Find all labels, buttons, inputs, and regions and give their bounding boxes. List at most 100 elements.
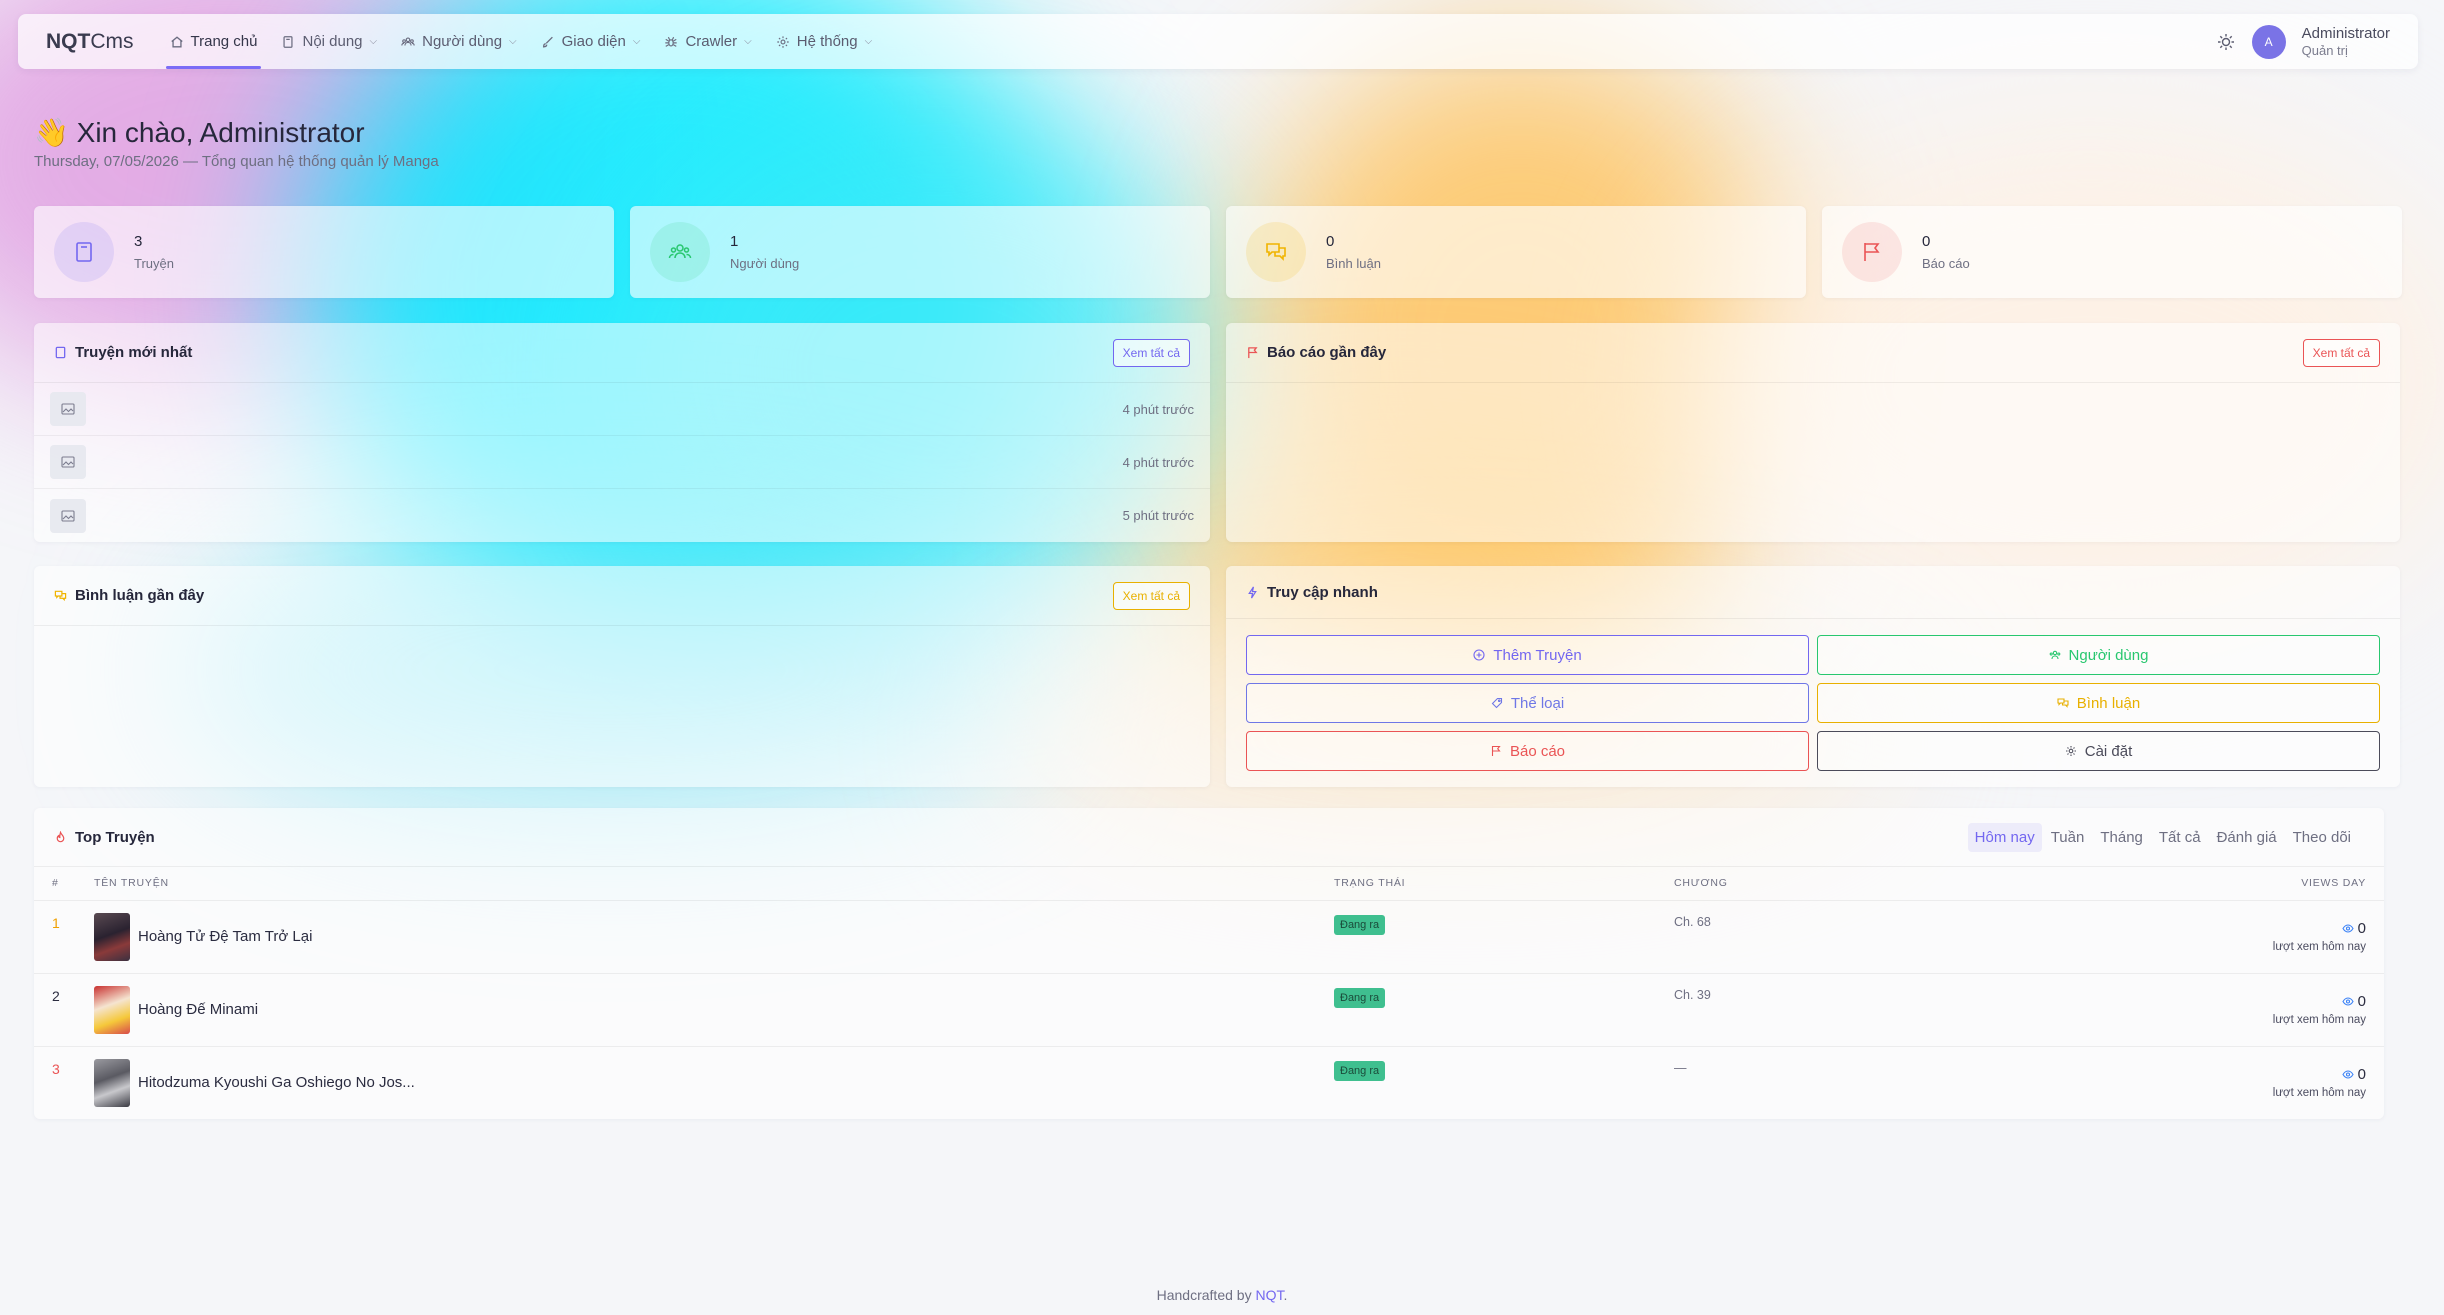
rank-number: 2	[34, 973, 86, 1047]
brush-icon	[542, 36, 553, 47]
column-header: TÊN TRUYỆN	[86, 867, 1326, 901]
story-title[interactable]: Hoàng Đế Minami	[138, 1001, 258, 1018]
item-time: 4 phút trước	[1122, 401, 1194, 417]
table-row[interactable]: 2 Hoàng Đế Minami Đang ra Ch. 39 0 lượt …	[34, 973, 2384, 1047]
user-menu[interactable]: Administrator Quản trị	[2302, 25, 2390, 59]
item-time: 4 phút trước	[1122, 454, 1194, 470]
avatar[interactable]: A	[2251, 24, 2286, 59]
brand-logo[interactable]: NQTCms	[46, 30, 134, 54]
story-title[interactable]: Hoàng Tử Đệ Tam Trở Lại	[138, 928, 312, 945]
top-stories-panel: Top Truyện Hôm nay Tuần Tháng Tất cả Đán…	[34, 808, 2384, 1119]
nav-item-system[interactable]: Hệ thống ⌵	[764, 14, 884, 69]
user-name: Administrator	[2301, 24, 2390, 42]
tab-follow[interactable]: Theo dõi	[2286, 823, 2358, 852]
quick-reports-button[interactable]: Báo cáo	[1246, 731, 1809, 771]
flag-icon	[1842, 222, 1902, 282]
chapter-label: —	[1674, 1060, 1687, 1075]
story-cover[interactable]	[94, 1058, 130, 1107]
image-placeholder-icon	[50, 498, 86, 533]
tab-today[interactable]: Hôm nay	[1967, 822, 2042, 852]
page-title: 👋 Xin chào, Administrator	[34, 117, 365, 148]
nav-item-home[interactable]: Trang chủ	[158, 14, 270, 69]
book-icon	[54, 222, 114, 282]
greeting: 👋 Xin chào, Administrator Thursday, 07/0…	[34, 116, 439, 170]
views-count: 0	[2357, 1066, 2366, 1084]
view-all-comments-button[interactable]: Xem tất cả	[1112, 581, 1190, 610]
users-icon	[650, 222, 710, 282]
nav-item-crawler[interactable]: Crawler ⌵	[652, 14, 763, 69]
stat-card-stories[interactable]: 3 Truyện	[34, 206, 614, 298]
quick-users-button[interactable]: Người dùng	[1817, 635, 2380, 675]
quick-settings-button[interactable]: Cài đặt	[1817, 731, 2380, 771]
status-badge: Đang ra	[1334, 914, 1386, 935]
recent-reports-panel: Báo cáo gần đây Xem tất cả	[1226, 323, 2400, 542]
recent-comments-panel: Bình luận gần đây Xem tất cả	[34, 566, 1210, 787]
stat-label: Truyện	[134, 256, 174, 271]
list-item[interactable]: 4 phút trước	[34, 383, 1210, 436]
list-item[interactable]: 5 phút trước	[34, 489, 1210, 542]
user-role: Quản trị	[2301, 42, 2348, 58]
chevron-down-icon: ⌵	[369, 36, 378, 47]
footer: Handcrafted by NQT.	[1156, 1287, 1288, 1303]
stat-card-users[interactable]: 1 Người dùng	[630, 206, 1210, 298]
views-count: 0	[2357, 920, 2366, 937]
view-all-reports-button[interactable]: Xem tất cả	[2302, 338, 2380, 367]
tab-rating[interactable]: Đánh giá	[2210, 823, 2284, 852]
stat-value: 3	[134, 233, 143, 250]
wave-emoji: 👋	[34, 117, 69, 148]
view-all-stories-button[interactable]: Xem tất cả	[1112, 338, 1190, 367]
stat-value: 0	[1326, 233, 1335, 250]
story-cover[interactable]	[94, 985, 130, 1034]
stat-label: Người dùng	[730, 256, 800, 271]
panel-title: Bình luận gần đây	[54, 587, 204, 604]
column-header: TRẠNG THÁI	[1326, 867, 1666, 901]
top-stories-table: # TÊN TRUYỆN TRẠNG THÁI CHƯƠNG VIEWS DAY…	[34, 867, 2384, 1119]
gear-icon	[2065, 746, 2076, 756]
column-header: #	[34, 867, 86, 901]
rank-number: 1	[34, 900, 86, 974]
flag-icon	[1491, 745, 1501, 756]
tab-month[interactable]: Tháng	[2093, 823, 2150, 852]
quick-comments-button[interactable]: Bình luận	[1817, 683, 2380, 723]
stat-card-reports[interactable]: 0 Báo cáo	[1822, 206, 2402, 298]
chevron-down-icon: ⌵	[632, 36, 641, 47]
book-icon	[283, 35, 294, 48]
list-item[interactable]: 4 phút trước	[34, 436, 1210, 489]
quick-add-story-button[interactable]: Thêm Truyện	[1246, 635, 1809, 675]
image-placeholder-icon	[50, 392, 86, 426]
nav-item-content[interactable]: Nội dung ⌵	[269, 14, 389, 69]
stat-label: Bình luận	[1326, 256, 1381, 271]
page-subtitle: Thursday, 07/05/2026 — Tổng quan hệ thốn…	[34, 153, 439, 170]
tab-all[interactable]: Tất cả	[2152, 823, 2208, 852]
quick-genres-button[interactable]: Thể loại	[1246, 683, 1809, 723]
flag-icon	[1248, 347, 1258, 359]
story-title[interactable]: Hitodzuma Kyoushi Ga Oshiego No Jos...	[138, 1074, 415, 1091]
quick-access-panel: Truy cập nhanh Thêm Truyện Người dùng Th…	[1226, 566, 2400, 787]
chevron-down-icon: ⌵	[864, 36, 873, 47]
table-row[interactable]: 1 Hoàng Tử Đệ Tam Trở Lại Đang ra Ch. 68…	[34, 900, 2384, 974]
chevron-down-icon: ⌵	[509, 36, 517, 47]
theme-toggle-sun-icon[interactable]	[2216, 32, 2236, 52]
table-row[interactable]: 3 Hitodzuma Kyoushi Ga Oshiego No Jos...…	[34, 1046, 2384, 1119]
book-icon	[55, 346, 66, 359]
home-icon	[170, 35, 183, 47]
nav-item-users[interactable]: Người dùng ⌵	[389, 14, 529, 69]
stat-card-comments[interactable]: 0 Bình luận	[1226, 206, 1806, 298]
fire-icon	[56, 830, 65, 842]
tag-icon	[1491, 697, 1502, 709]
panel-title: Báo cáo gần đây	[1246, 344, 1386, 361]
top-navbar: NQTCms Trang chủ Nội dung ⌵ Người dùng ⌵…	[18, 14, 2418, 69]
views-count: 0	[2357, 993, 2366, 1010]
views-label: lượt xem hôm nay	[2272, 1014, 2366, 1026]
tab-week[interactable]: Tuần	[2044, 823, 2092, 852]
stat-label: Báo cáo	[1922, 256, 1970, 271]
latest-stories-panel: Truyện mới nhất Xem tất cả 4 phút trước …	[34, 323, 1210, 542]
footer-link[interactable]: NQT	[1255, 1287, 1283, 1303]
image-placeholder-icon	[50, 445, 86, 479]
story-cover[interactable]	[94, 912, 130, 961]
eye-icon	[2342, 924, 2354, 933]
nav-item-appearance[interactable]: Giao diện ⌵	[529, 14, 653, 69]
users-icon	[2049, 650, 2060, 660]
comments-icon	[54, 590, 67, 602]
panel-title: Truyện mới nhất	[54, 344, 192, 361]
